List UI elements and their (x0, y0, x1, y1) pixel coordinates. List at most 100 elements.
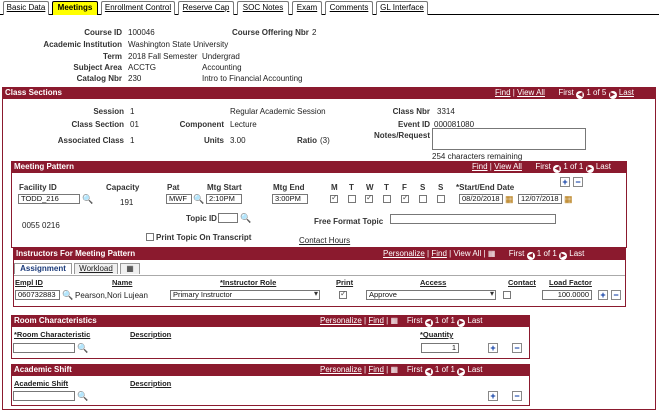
empl-id-input[interactable]: 060732883 (15, 290, 60, 300)
meeting-pattern-bar: Meeting Pattern Find | View All First ◀ … (11, 161, 627, 173)
next-icon[interactable]: ▶ (457, 368, 466, 376)
thursday-checkbox[interactable] (383, 195, 391, 203)
print-checkbox[interactable] (339, 289, 347, 299)
grid-download-icon[interactable]: ▦ (390, 316, 398, 325)
tab-exam[interactable]: Exam (292, 1, 322, 15)
print-topic-checkbox[interactable] (146, 233, 154, 241)
monday-checkbox[interactable] (330, 193, 338, 203)
subtab-workload[interactable]: Workload (74, 263, 118, 274)
tab-soc-notes[interactable]: SOC Notes (237, 1, 289, 15)
start-date-input[interactable]: 08/20/2018 (459, 194, 503, 204)
grid-download-icon[interactable]: ▦ (390, 365, 398, 374)
tab-enrollment-control[interactable]: Enrollment Control (101, 1, 175, 15)
instructors-personalize-link[interactable]: Personalize (383, 249, 425, 258)
shift-find-link[interactable]: Find (368, 365, 384, 374)
search-icon[interactable]: 🔍 (77, 391, 88, 401)
col-room-characteristic[interactable]: *Room Characteristic (14, 330, 90, 339)
tab-reserve-cap[interactable]: Reserve Cap (178, 1, 234, 15)
tuesday-checkbox[interactable] (348, 195, 356, 203)
meeting-view-all-link[interactable]: View All (494, 162, 522, 171)
component-value: Lecture (230, 120, 257, 129)
col-contact[interactable]: Contact (508, 278, 536, 287)
col-academic-shift[interactable]: Academic Shift (14, 379, 68, 388)
col-instructor-role[interactable]: *Instructor Role (220, 278, 276, 287)
facility-input[interactable]: TODD_216 (18, 194, 80, 204)
room-find-link[interactable]: Find (368, 316, 384, 325)
col-load-factor[interactable]: Load Factor (549, 278, 592, 287)
free-format-topic-input[interactable] (390, 214, 556, 224)
col-empl-id[interactable]: Empl ID (15, 278, 43, 287)
add-shift-button[interactable]: + (488, 391, 498, 401)
add-instructor-button[interactable]: + (598, 290, 608, 300)
next-icon[interactable]: ▶ (457, 319, 466, 327)
contact-hours-link[interactable]: Contact Hours (299, 236, 350, 245)
show-all-columns-icon[interactable]: ▦ (120, 263, 140, 274)
search-icon[interactable]: 🔍 (240, 213, 251, 223)
tab-meetings[interactable]: Meetings (52, 1, 98, 15)
delete-meeting-button[interactable]: − (573, 177, 583, 187)
institution-value: Washington State University (128, 40, 229, 49)
class-nbr-label: Class Nbr (392, 107, 430, 116)
next-icon[interactable]: ▶ (585, 165, 594, 173)
tab-comments[interactable]: Comments (325, 1, 373, 15)
access-select[interactable]: Approve (366, 290, 496, 300)
class-nbr-value: 3314 (437, 107, 455, 116)
delete-shift-button[interactable]: − (512, 391, 522, 401)
grid-download-icon[interactable]: ▦ (488, 249, 496, 258)
calendar-icon[interactable]: ▦ (505, 194, 514, 204)
shift-personalize-link[interactable]: Personalize (320, 365, 362, 374)
previous-icon[interactable]: ◀ (526, 252, 535, 260)
quantity-input[interactable]: 1 (421, 343, 459, 353)
col-print[interactable]: Print (336, 278, 353, 287)
previous-icon[interactable]: ◀ (424, 319, 433, 327)
tab-gl-interface[interactable]: GL Interface (376, 1, 428, 15)
calendar-icon[interactable]: ▦ (564, 194, 573, 204)
room-personalize-link[interactable]: Personalize (320, 316, 362, 325)
add-meeting-button[interactable]: + (560, 177, 570, 187)
search-icon[interactable]: 🔍 (82, 194, 93, 204)
search-icon[interactable]: 🔍 (193, 194, 204, 204)
search-icon[interactable]: 🔍 (77, 343, 88, 353)
instructor-name: Pearson,Nori Lujean (75, 291, 148, 300)
tab-label: Comments (329, 3, 369, 12)
load-factor-input[interactable]: 100.0000 (542, 290, 592, 300)
delete-room-button[interactable]: − (512, 343, 522, 353)
contact-checkbox[interactable] (503, 291, 511, 299)
subtab-assignment[interactable]: Assignment (14, 263, 72, 274)
meeting-find-link[interactable]: Find (472, 162, 488, 171)
add-room-button[interactable]: + (488, 343, 498, 353)
sunday-checkbox[interactable] (437, 195, 445, 203)
class-sections-view-all-link[interactable]: View All (517, 88, 545, 97)
mtg-end-input[interactable]: 3:00PM (272, 194, 308, 204)
room-characteristic-input[interactable] (13, 343, 75, 353)
col-room-description[interactable]: Description (130, 330, 171, 339)
previous-icon[interactable]: ◀ (553, 165, 562, 173)
col-shift-description[interactable]: Description (130, 379, 171, 388)
delete-instructor-button[interactable]: − (611, 290, 621, 300)
saturday-checkbox[interactable] (419, 195, 427, 203)
day-sunday-label: S (438, 183, 444, 192)
session-label: Session (93, 107, 124, 116)
academic-shift-input[interactable] (13, 391, 75, 401)
instructor-role-select[interactable]: Primary Instructor (170, 290, 320, 300)
class-sections-find-link[interactable]: Find (495, 88, 511, 97)
instructors-find-link[interactable]: Find (431, 249, 447, 258)
mtg-start-input[interactable]: 2:10PM (206, 194, 242, 204)
search-icon[interactable]: 🔍 (62, 290, 73, 300)
friday-checkbox[interactable] (401, 193, 409, 203)
end-date-input[interactable]: 12/07/2018 (518, 194, 562, 204)
previous-icon[interactable]: ◀ (424, 368, 433, 376)
previous-icon[interactable]: ◀ (576, 91, 585, 99)
pattern-input[interactable]: MWF (166, 194, 192, 204)
topic-id-input[interactable] (218, 213, 238, 223)
next-icon[interactable]: ▶ (608, 91, 617, 99)
col-name[interactable]: Name (112, 278, 132, 287)
col-access[interactable]: Access (420, 278, 446, 287)
class-sections-last-link[interactable]: Last (619, 88, 634, 97)
tab-basic-data[interactable]: Basic Data (3, 1, 49, 15)
wednesday-checkbox[interactable] (365, 193, 373, 203)
next-icon[interactable]: ▶ (559, 252, 568, 260)
instructors-view-all[interactable]: View All (453, 249, 481, 258)
notes-textarea[interactable] (432, 128, 586, 150)
col-quantity[interactable]: *Quantity (420, 330, 453, 339)
